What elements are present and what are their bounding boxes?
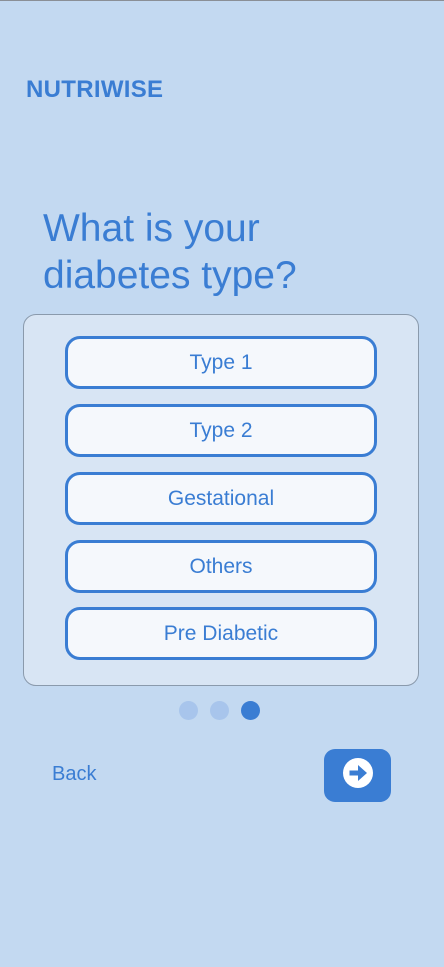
option-type-1[interactable]: Type 1	[65, 336, 377, 389]
back-button[interactable]: Back	[52, 763, 96, 786]
option-label: Others	[189, 554, 253, 578]
next-button[interactable]	[324, 749, 391, 802]
app-brand: NUTRIWISE	[26, 76, 164, 103]
option-label: Gestational	[167, 486, 275, 510]
page-dot-2	[210, 701, 229, 720]
option-label: Type 2	[189, 418, 253, 442]
page-indicator	[179, 701, 260, 720]
page-dot-1	[179, 701, 198, 720]
page-dot-3-active	[241, 701, 260, 720]
question-title: What is your diabetes type?	[43, 207, 297, 297]
options-card: Type 1 Type 2 Gestational Others Pre Dia…	[23, 314, 419, 686]
option-label: Type 1	[189, 350, 253, 374]
option-type-2[interactable]: Type 2	[65, 404, 377, 457]
option-gestational[interactable]: Gestational	[65, 472, 377, 525]
option-label: Pre Diabetic	[163, 621, 279, 645]
option-pre-diabetic[interactable]: Pre Diabetic	[65, 607, 377, 660]
option-others[interactable]: Others	[65, 540, 377, 593]
arrow-right-icon	[341, 756, 375, 795]
